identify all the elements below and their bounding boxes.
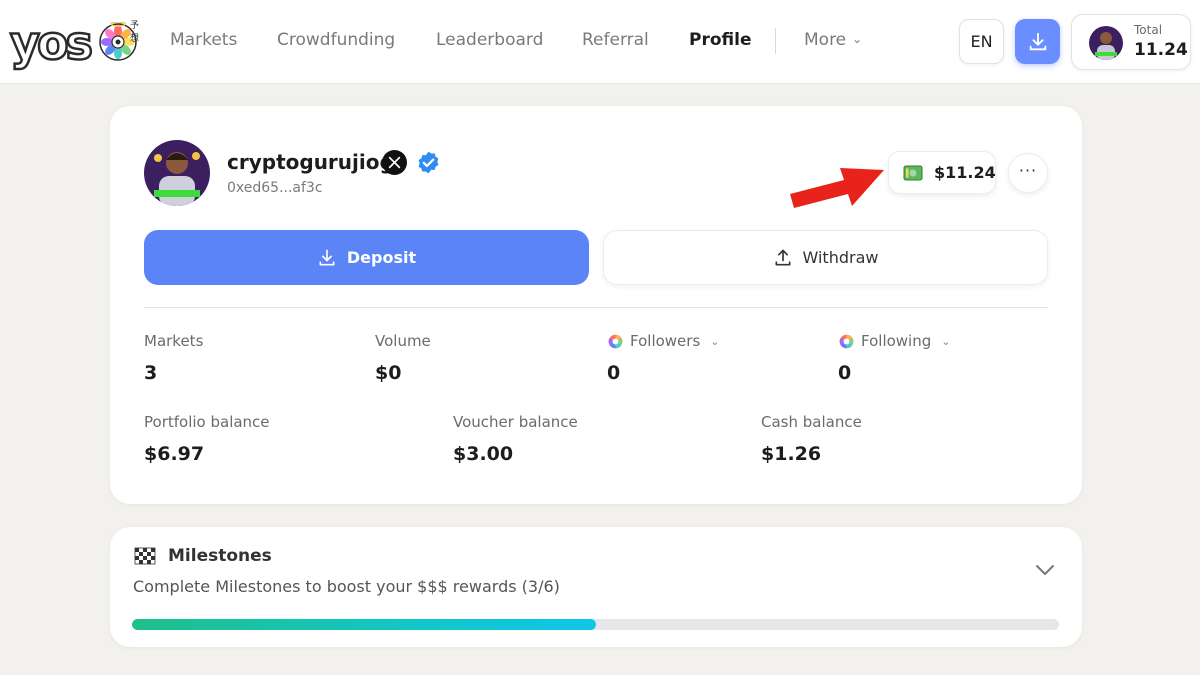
- total-balance-button[interactable]: Total 11.24: [1071, 14, 1191, 70]
- download-icon: [1029, 32, 1046, 50]
- nav-crowdfunding[interactable]: Crowdfunding: [277, 30, 395, 50]
- yoso-logo[interactable]: yos 予想: [9, 16, 140, 70]
- download-icon: [319, 249, 335, 265]
- nav-more-label: More: [804, 30, 847, 50]
- milestones-progress-bar: [132, 619, 1059, 630]
- stat-following[interactable]: Following ⌄ 0: [838, 332, 950, 384]
- more-options-button[interactable]: ···: [1008, 153, 1048, 193]
- nav-referral[interactable]: Referral: [582, 30, 649, 50]
- x-twitter-icon[interactable]: [382, 150, 407, 175]
- total-value: 11.24: [1134, 40, 1188, 60]
- withdraw-button[interactable]: Withdraw: [603, 230, 1048, 285]
- checkered-flag-icon: [134, 547, 156, 565]
- stat-volume: Volume $0: [375, 332, 431, 384]
- balance-chip-value: $11.24: [934, 163, 996, 182]
- stat-value: 0: [607, 362, 621, 384]
- profile-card: cryptogurujiog 0xed65...af3c $11.24 ··· …: [110, 106, 1082, 504]
- chevron-down-icon[interactable]: [1034, 563, 1056, 577]
- red-arrow-annotation-icon: [790, 168, 884, 208]
- stat-label: Followers: [630, 332, 701, 350]
- milestones-description: Complete Milestones to boost your $$$ re…: [133, 577, 560, 596]
- stat-value: 3: [144, 362, 158, 384]
- nav-more[interactable]: More ⌄: [804, 30, 862, 50]
- stat-label: Cash balance: [761, 413, 862, 431]
- nav-divider: [775, 28, 776, 54]
- verified-badge-icon: [418, 151, 439, 174]
- stat-portfolio-balance: Portfolio balance $6.97: [144, 413, 270, 465]
- milestones-title: Milestones: [168, 546, 272, 566]
- withdraw-label: Withdraw: [802, 248, 879, 267]
- total-label: Total: [1134, 23, 1163, 37]
- avatar-small: [1089, 26, 1123, 60]
- nav-leaderboard[interactable]: Leaderboard: [436, 30, 543, 50]
- stat-value: $6.97: [144, 443, 205, 465]
- logo-superscript: 予想: [130, 21, 140, 44]
- stat-label: Voucher balance: [453, 413, 578, 431]
- deposit-button[interactable]: Deposit: [144, 230, 589, 285]
- cash-icon: [903, 165, 923, 181]
- milestones-card[interactable]: Milestones Complete Milestones to boost …: [110, 527, 1082, 647]
- stat-voucher-balance: Voucher balance $3.00: [453, 413, 578, 465]
- chevron-down-icon: ⌄: [941, 334, 951, 348]
- chevron-down-icon: ⌄: [852, 32, 863, 46]
- flower-icon: [608, 334, 623, 348]
- nav-markets[interactable]: Markets: [170, 30, 237, 50]
- username: cryptogurujiog: [227, 150, 394, 174]
- flower-icon: [839, 334, 854, 348]
- download-app-button[interactable]: [1015, 19, 1060, 64]
- stat-value: $3.00: [453, 443, 514, 465]
- stat-label: Following: [861, 332, 932, 350]
- divider: [144, 307, 1048, 308]
- stat-label: Portfolio balance: [144, 413, 270, 431]
- logo-wordmark: yos: [9, 16, 94, 70]
- stat-markets: Markets 3: [144, 332, 203, 384]
- stat-cash-balance: Cash balance $1.26: [761, 413, 862, 465]
- chevron-down-icon: ⌄: [710, 334, 720, 348]
- language-button[interactable]: EN: [959, 19, 1004, 64]
- nav-profile[interactable]: Profile: [689, 30, 751, 50]
- avatar: [144, 140, 210, 206]
- milestones-progress-fill: [132, 619, 596, 630]
- balance-chip[interactable]: $11.24: [888, 151, 996, 194]
- stat-followers[interactable]: Followers ⌄ 0: [607, 332, 719, 384]
- stat-value: 0: [838, 362, 852, 384]
- stat-label: Volume: [375, 332, 431, 350]
- top-navigation-bar: yos 予想 Markets Crowdfunding Leaderboard …: [0, 0, 1200, 84]
- deposit-label: Deposit: [346, 248, 417, 267]
- wallet-address[interactable]: 0xed65...af3c: [227, 180, 323, 196]
- stat-value: $1.26: [761, 443, 822, 465]
- stat-label: Markets: [144, 332, 204, 350]
- upload-icon: [775, 249, 791, 265]
- stat-value: $0: [375, 362, 402, 384]
